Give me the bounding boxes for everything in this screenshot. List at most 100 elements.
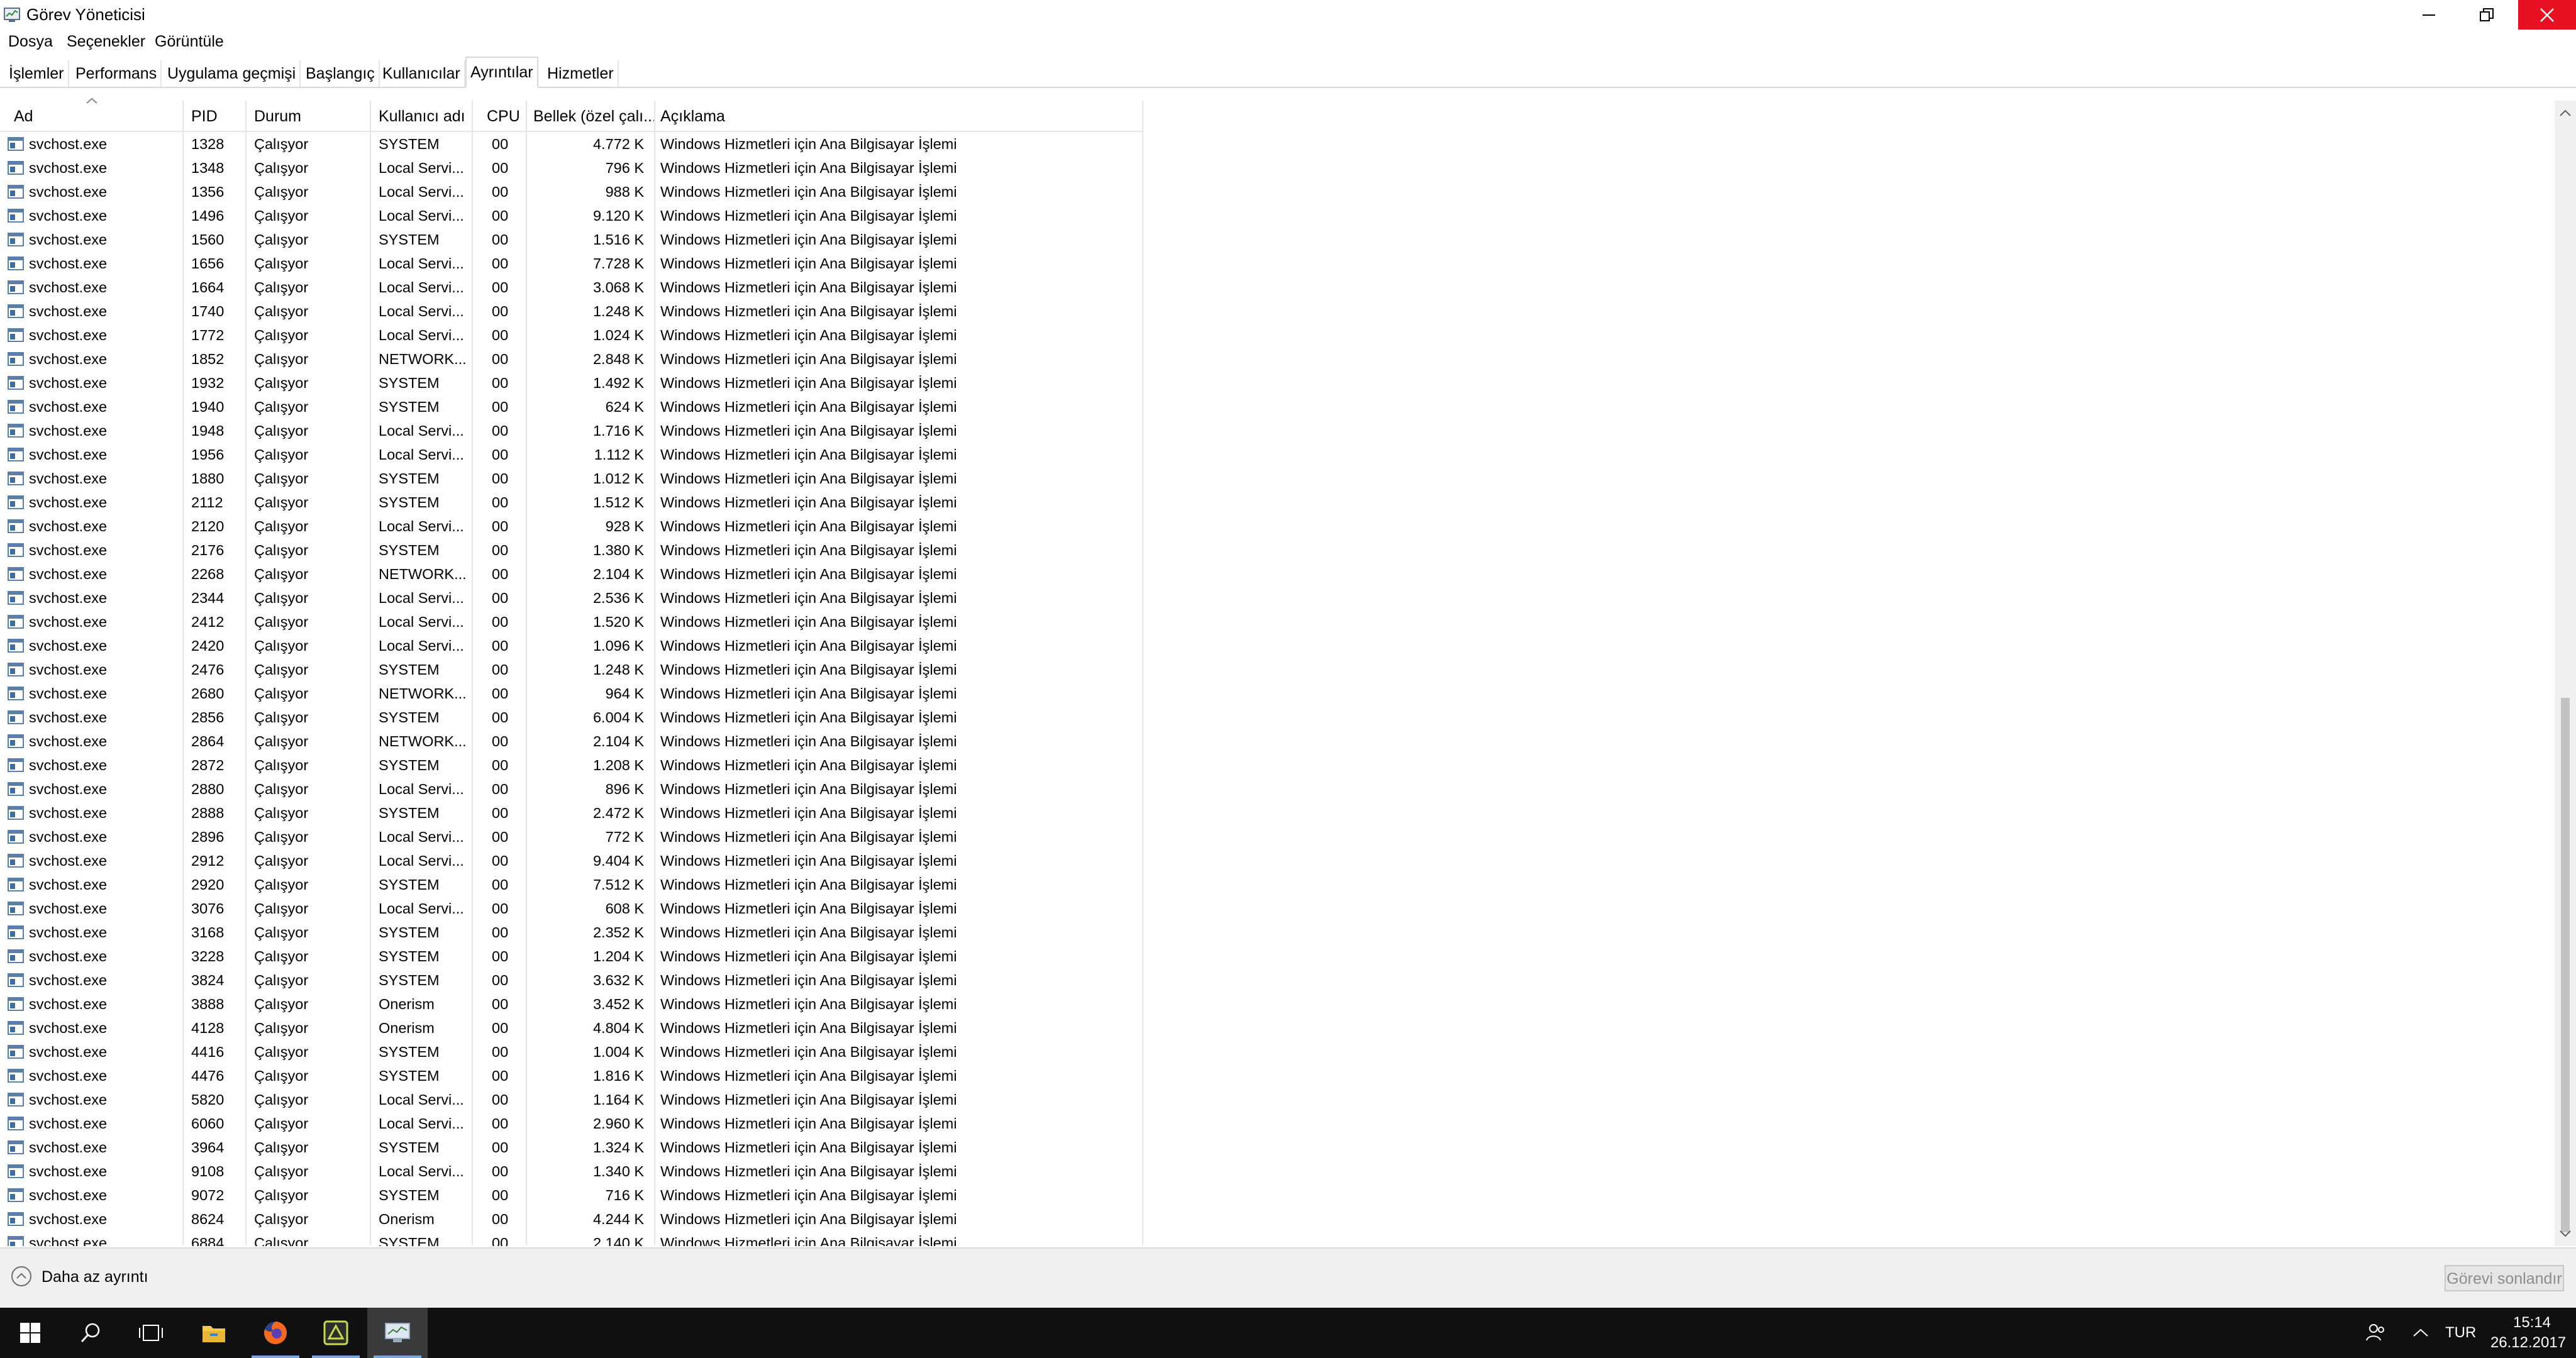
table-row[interactable]: svchost.exe 1772 Çalışyor Local Servi... 00 1… [0, 323, 1143, 347]
table-row[interactable]: svchost.exe 2864 Çalışyor NETWORK... 00 2.104… [0, 729, 1143, 753]
table-row[interactable]: svchost.exe 9108 Çalışyor Local Servi... 00 1… [0, 1159, 1143, 1183]
tab-startup[interactable]: Başlangıç [302, 60, 380, 87]
table-row[interactable]: svchost.exe 3824 Çalışyor SYSTEM 00 3.632 K Wi… [0, 968, 1143, 992]
table-row[interactable]: svchost.exe 3168 Çalışyor SYSTEM 00 2.352 K Wi… [0, 920, 1143, 944]
tab-processes[interactable]: İşlemler [5, 60, 69, 87]
table-row[interactable]: svchost.exe 2176 Çalışyor SYSTEM 00 1.380 K Wi… [0, 538, 1143, 562]
tab-users[interactable]: Kullanıcılar [379, 60, 465, 87]
process-status: Çalışyor [254, 327, 309, 343]
table-row[interactable]: svchost.exe 4476 Çalışyor SYSTEM 00 1.816 K Wi… [0, 1064, 1143, 1088]
table-row[interactable]: svchost.exe 1880 Çalışyor SYSTEM 00 1.012 K Wi… [0, 466, 1143, 490]
process-name: svchost.exe [29, 661, 108, 678]
table-row[interactable]: svchost.exe 6884 Çalışyor SYSTEM 00 2.140 K Wi… [0, 1231, 1143, 1246]
table-row[interactable]: svchost.exe 2268 Çalışyor NETWORK... 00 2.104… [0, 562, 1143, 586]
tab-performance[interactable]: Performans [72, 60, 162, 87]
table-row[interactable]: svchost.exe 1956 Çalışyor Local Servi... 00 1… [0, 443, 1143, 466]
table-row[interactable]: svchost.exe 1656 Çalışyor Local Servi... 00 7… [0, 251, 1143, 275]
start-button[interactable] [0, 1308, 60, 1358]
column-header-username[interactable]: Kullanıcı adı [379, 107, 465, 126]
search-button[interactable] [60, 1308, 121, 1358]
table-row[interactable]: svchost.exe 2896 Çalışyor Local Servi... 00 7… [0, 825, 1143, 849]
scroll-down-icon[interactable] [2555, 1226, 2576, 1241]
table-row[interactable]: svchost.exe 1852 Çalışyor NETWORK... 00 2.848… [0, 347, 1143, 371]
title-bar: Görev Yöneticisi [0, 0, 2576, 30]
firefox-button[interactable] [245, 1308, 306, 1358]
table-row[interactable]: svchost.exe 2920 Çalışyor SYSTEM 00 7.512 K Wi… [0, 873, 1143, 897]
vertical-scrollbar[interactable] [2555, 101, 2576, 1246]
column-header-name[interactable]: Ad [14, 107, 33, 126]
minimize-button[interactable] [2400, 0, 2458, 30]
app-button[interactable] [306, 1308, 366, 1358]
column-header-cpu[interactable]: CPU [487, 107, 520, 126]
table-row[interactable]: svchost.exe 1664 Çalışyor Local Servi... 00 3… [0, 275, 1143, 299]
menu-view[interactable]: Görüntüle [155, 32, 224, 51]
table-row[interactable]: svchost.exe 1740 Çalışyor Local Servi... 00 1… [0, 299, 1143, 323]
service-process-icon [8, 878, 24, 892]
table-row[interactable]: svchost.exe 2120 Çalışyor Local Servi... 00 9… [0, 514, 1143, 538]
table-row[interactable]: svchost.exe 2112 Çalışyor SYSTEM 00 1.512 K Wi… [0, 490, 1143, 514]
table-row[interactable]: svchost.exe 1328 Çalışyor SYSTEM 00 4.772 K Wi… [0, 132, 1143, 156]
chevron-up-icon[interactable] [2411, 1327, 2430, 1339]
table-row[interactable]: svchost.exe 2856 Çalışyor SYSTEM 00 6.004 K Wi… [0, 705, 1143, 729]
scroll-up-icon[interactable] [2555, 106, 2576, 121]
process-name: svchost.exe [29, 924, 108, 941]
table-row[interactable]: svchost.exe 3888 Çalışyor Onerism 00 3.452 K W… [0, 992, 1143, 1016]
process-name: svchost.exe [29, 1187, 108, 1203]
process-status: Çalışyor [254, 542, 309, 558]
input-language[interactable]: TUR [2445, 1324, 2476, 1342]
table-row[interactable]: svchost.exe 6060 Çalışyor Local Servi... 00 2… [0, 1112, 1143, 1135]
table-row[interactable]: svchost.exe 2412 Çalışyor Local Servi... 00 1… [0, 610, 1143, 634]
file-explorer-button[interactable] [184, 1308, 244, 1358]
scrollbar-thumb[interactable] [2561, 698, 2570, 1232]
table-row[interactable]: svchost.exe 1496 Çalışyor Local Servi... 00 9… [0, 204, 1143, 228]
table-row[interactable]: svchost.exe 4128 Çalışyor Onerism 00 4.804 K W… [0, 1016, 1143, 1040]
tab-services[interactable]: Hizmetler [543, 60, 619, 87]
people-icon[interactable] [2365, 1322, 2387, 1344]
table-row[interactable]: svchost.exe 1932 Çalışyor SYSTEM 00 1.492 K Wi… [0, 371, 1143, 395]
tab-details[interactable]: Ayrıntılar [465, 57, 538, 88]
table-row[interactable]: svchost.exe 2344 Çalışyor Local Servi... 00 2… [0, 586, 1143, 610]
process-cpu: 00 [492, 279, 509, 295]
table-row[interactable]: svchost.exe 1348 Çalışyor Local Servi... 00 7… [0, 156, 1143, 180]
process-username: Local Servi... [379, 1115, 464, 1132]
column-header-description[interactable]: Açıklama [660, 107, 725, 126]
clock-time[interactable]: 15:14 [2507, 1314, 2557, 1332]
table-row[interactable]: svchost.exe 2476 Çalışyor SYSTEM 00 1.248 K Wi… [0, 658, 1143, 682]
table-row[interactable]: svchost.exe 1940 Çalışyor SYSTEM 00 624 K Wind… [0, 395, 1143, 419]
menu-options[interactable]: Seçenekler [67, 32, 145, 51]
column-header-status[interactable]: Durum [254, 107, 301, 126]
tab-app-history[interactable]: Uygulama geçmişi [164, 60, 301, 87]
table-row[interactable]: svchost.exe 2880 Çalışyor Local Servi... 00 8… [0, 777, 1143, 801]
column-header-memory[interactable]: Bellek (özel çalı... [533, 107, 657, 126]
table-row[interactable]: svchost.exe 3228 Çalışyor SYSTEM 00 1.204 K Wi… [0, 944, 1143, 968]
service-process-icon [8, 902, 24, 915]
process-name: svchost.exe [29, 1211, 108, 1227]
collapse-circle-icon[interactable] [10, 1265, 33, 1288]
table-row[interactable]: svchost.exe 2420 Çalışyor Local Servi... 00 1… [0, 634, 1143, 658]
table-row[interactable]: svchost.exe 1356 Çalışyor Local Servi... 00 9… [0, 180, 1143, 204]
column-header-pid[interactable]: PID [191, 107, 218, 126]
end-task-button[interactable]: Görevi sonlandır [2445, 1265, 2564, 1291]
table-row[interactable]: svchost.exe 2680 Çalışyor NETWORK... 00 964 K… [0, 682, 1143, 705]
close-button[interactable] [2518, 0, 2576, 30]
clock-date[interactable]: 26.12.2017 [2487, 1334, 2570, 1352]
table-row[interactable]: svchost.exe 3964 Çalışyor SYSTEM 00 1.324 K Wi… [0, 1135, 1143, 1159]
restore-button[interactable] [2458, 0, 2516, 30]
table-row[interactable]: svchost.exe 2912 Çalışyor Local Servi... 00 9… [0, 849, 1143, 873]
process-memory: 1.012 K [592, 470, 644, 487]
table-row[interactable]: svchost.exe 1560 Çalışyor SYSTEM 00 1.516 K Wi… [0, 228, 1143, 251]
process-memory: 1.716 K [592, 422, 644, 439]
task-view-button[interactable] [121, 1308, 181, 1358]
table-row[interactable]: svchost.exe 5820 Çalışyor Local Servi... 00 1… [0, 1088, 1143, 1112]
menu-file[interactable]: Dosya [8, 32, 53, 51]
table-row[interactable]: svchost.exe 9072 Çalışyor SYSTEM 00 716 K Wind… [0, 1183, 1143, 1207]
process-description: Windows Hizmetleri için Ana Bilgisayar İ… [660, 757, 957, 773]
table-row[interactable]: svchost.exe 3076 Çalışyor Local Servi... 00 6… [0, 897, 1143, 920]
table-row[interactable]: svchost.exe 2872 Çalışyor SYSTEM 00 1.208 K Wi… [0, 753, 1143, 777]
table-row[interactable]: svchost.exe 8624 Çalışyor Onerism 00 4.244 K W… [0, 1207, 1143, 1231]
fewer-details-link[interactable]: Daha az ayrıntı [42, 1267, 148, 1286]
task-manager-taskbar-button[interactable] [367, 1308, 428, 1358]
table-row[interactable]: svchost.exe 2888 Çalışyor SYSTEM 00 2.472 K Wi… [0, 801, 1143, 825]
table-row[interactable]: svchost.exe 1948 Çalışyor Local Servi... 00 1… [0, 419, 1143, 443]
table-row[interactable]: svchost.exe 4416 Çalışyor SYSTEM 00 1.004 K Wi… [0, 1040, 1143, 1064]
